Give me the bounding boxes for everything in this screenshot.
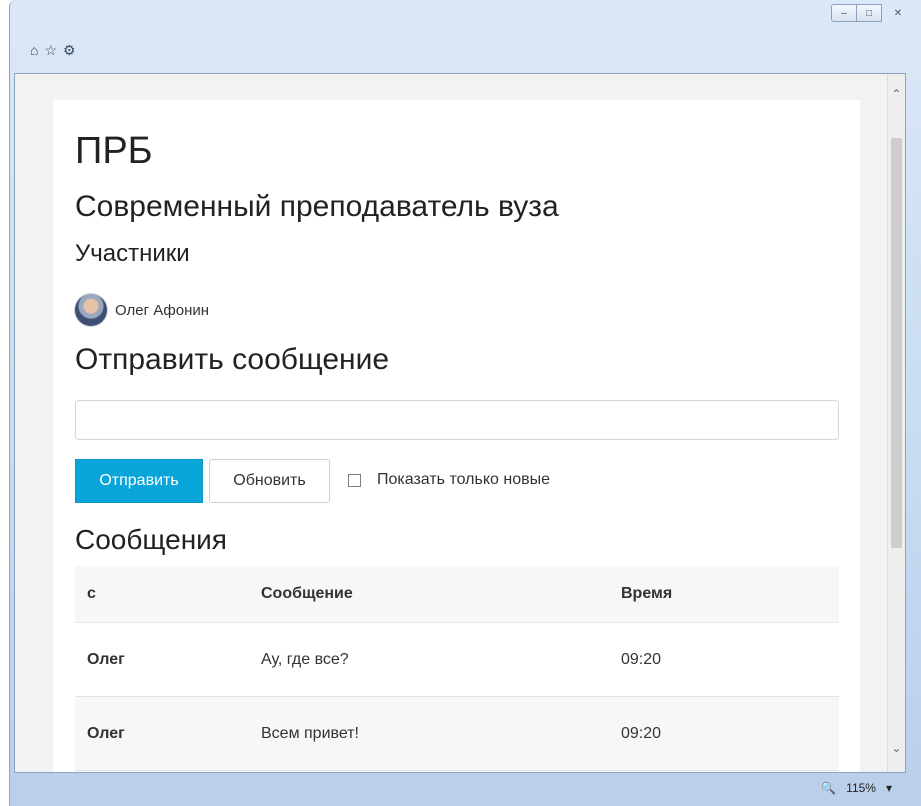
participant-item[interactable]: Олег Афонин: [75, 294, 209, 326]
gear-icon[interactable]: ⚙: [63, 42, 76, 59]
zoom-icon: 🔍: [821, 781, 837, 795]
table-header-row: с Сообщение Время: [75, 566, 839, 623]
message-time: 09:20: [609, 622, 839, 697]
browser-toolbar: ⌂ ☆ ⚙: [30, 42, 76, 59]
minimize-button[interactable]: –: [831, 4, 857, 22]
avatar: [75, 294, 107, 326]
scrollbar-thumb[interactable]: [891, 138, 902, 548]
vertical-scrollbar[interactable]: ⌃ ⌄: [887, 74, 905, 772]
message-author: Олег: [75, 622, 249, 697]
close-button[interactable]: ✕: [881, 4, 915, 22]
column-from: с: [75, 566, 249, 623]
messages-heading: Сообщения: [75, 524, 227, 555]
message-author: Олег: [75, 696, 249, 771]
message-text: Ау, где все?: [249, 622, 609, 697]
participant-name: Олег Афонин: [115, 301, 210, 319]
page-viewport: ПРБ Современный преподаватель вуза Участ…: [14, 73, 906, 773]
window-controls: – □ ✕: [831, 4, 915, 22]
page-title: ПРБ: [75, 130, 153, 172]
zoom-dropdown-icon[interactable]: ▾: [886, 781, 892, 795]
send-button[interactable]: Отправить: [75, 459, 203, 503]
maximize-button[interactable]: □: [856, 4, 882, 22]
only-new-label: Показать только новые: [377, 471, 550, 488]
only-new-toggle[interactable]: Показать только новые: [348, 471, 550, 489]
message-input[interactable]: [75, 400, 839, 440]
scroll-up-icon[interactable]: ⌃: [888, 84, 905, 104]
page-content: ПРБ Современный преподаватель вуза Участ…: [53, 100, 860, 772]
refresh-button[interactable]: Обновить: [209, 459, 330, 503]
only-new-checkbox[interactable]: [348, 473, 361, 487]
scroll-down-icon[interactable]: ⌄: [888, 738, 905, 758]
table-row: Олег Всем привет! 09:20: [75, 696, 839, 771]
course-title: Современный преподаватель вуза: [75, 190, 559, 223]
message-text: Всем привет!: [249, 696, 609, 771]
zoom-level[interactable]: 115%: [846, 781, 876, 795]
star-icon[interactable]: ☆: [44, 42, 57, 59]
messages-table: с Сообщение Время Олег Ау, где все? 09:2…: [75, 566, 839, 771]
home-icon[interactable]: ⌂: [30, 42, 38, 59]
table-row: Олег Ау, где все? 09:20: [75, 622, 839, 697]
column-time: Время: [609, 566, 839, 623]
participants-heading: Участники: [75, 240, 190, 267]
status-bar: 🔍 115% ▾: [14, 775, 906, 801]
column-message: Сообщение: [249, 566, 609, 623]
send-message-heading: Отправить сообщение: [75, 343, 390, 376]
message-time: 09:20: [609, 696, 839, 771]
